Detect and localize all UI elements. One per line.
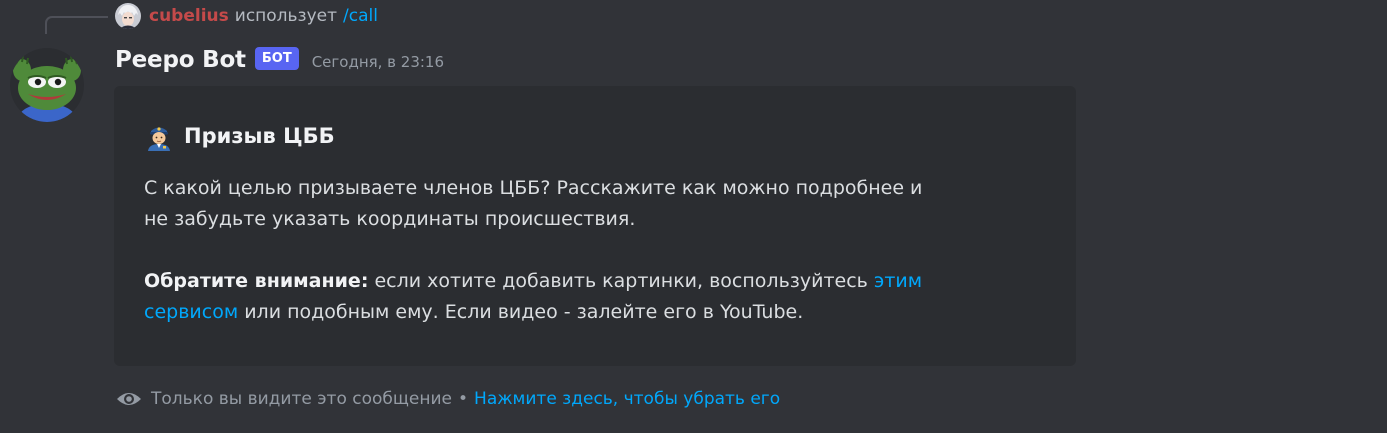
embed-description: С какой целью призываете членов ЦББ? Рас… <box>144 173 1044 328</box>
notice-paragraph: Обратите внимание: если хотите добавить … <box>144 266 1044 328</box>
reply-command[interactable]: /call <box>343 6 378 26</box>
eye-icon <box>116 390 142 408</box>
reply-avatar[interactable] <box>115 3 141 29</box>
notice-text-1: если хотите добавить картинки, воспользу… <box>368 270 874 292</box>
dismiss-message-link[interactable]: Нажмите здесь, чтобы убрать его <box>474 389 780 409</box>
service-link-part-1[interactable]: этим <box>874 270 922 292</box>
description-line-2: не забудьте указать координаты происшест… <box>144 208 636 230</box>
description-line-1: С какой целью призываете членов ЦББ? Рас… <box>144 177 923 199</box>
reply-verb: использует <box>234 6 338 26</box>
bot-tag-badge: БОТ <box>254 46 299 70</box>
police-officer-emoji-icon <box>144 121 174 151</box>
separator-dot: • <box>458 389 469 409</box>
notice-text-2: или подобным ему. Если видео - залейте е… <box>238 301 804 323</box>
message-timestamp[interactable]: Сегодня, в 23:16 <box>312 53 444 71</box>
ephemeral-text: Только вы видите это сообщение <box>151 389 452 409</box>
embed-title-text: Призыв ЦББ <box>184 124 335 148</box>
message-header: Peepo Bot БОТ Сегодня, в 23:16 <box>115 43 444 77</box>
reply-context[interactable]: cubelius использует /call <box>115 3 378 29</box>
service-link-part-2[interactable]: сервисом <box>144 301 238 323</box>
author-name[interactable]: Peepo Bot <box>115 47 246 73</box>
notice-label: Обратите внимание: <box>144 270 369 292</box>
reply-spine <box>45 16 108 34</box>
discord-message-view: cubelius использует /call Peepo Bot БОТ … <box>0 0 1387 433</box>
avatar[interactable] <box>10 48 84 122</box>
reply-username[interactable]: cubelius <box>149 6 229 26</box>
embed-title: Призыв ЦББ <box>144 121 335 151</box>
ephemeral-notice: Только вы видите это сообщение • Нажмите… <box>116 386 780 412</box>
embed-card: Призыв ЦББ С какой целью призываете член… <box>114 86 1076 366</box>
